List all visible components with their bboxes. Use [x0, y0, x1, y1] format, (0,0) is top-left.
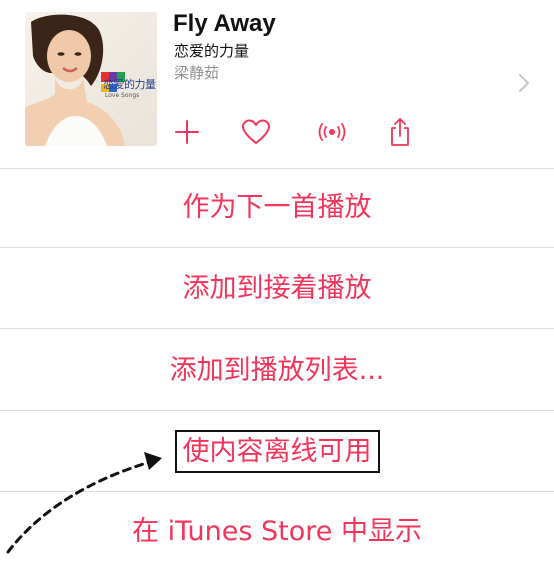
heart-icon	[242, 119, 270, 144]
share-button[interactable]	[384, 116, 416, 148]
add-button[interactable]	[171, 116, 203, 148]
album-art: 恋爱的力量 Love Songs	[25, 12, 157, 146]
show-in-itunes-store-button[interactable]: 在 iTunes Store 中显示	[0, 493, 554, 569]
album-art-subtitle: Love Songs	[105, 92, 140, 99]
love-button[interactable]	[240, 116, 272, 148]
add-to-playlist-label: 添加到播放列表...	[169, 355, 385, 386]
album-art-caption: 恋爱的力量	[103, 78, 156, 91]
make-available-offline-label: 使内容离线可用	[174, 430, 380, 473]
plus-icon	[175, 120, 199, 144]
action-sheet: 恋爱的力量 Love Songs Fly Away 恋爱的力量 梁静茹 作为下一…	[0, 0, 554, 569]
play-next-button[interactable]: 作为下一首播放	[0, 168, 554, 248]
song-header: 恋爱的力量 Love Songs Fly Away 恋爱的力量 梁静茹	[0, 0, 554, 169]
play-next-label: 作为下一首播放	[182, 192, 372, 223]
chevron-right-icon[interactable]	[517, 72, 531, 94]
share-icon	[391, 118, 409, 146]
make-available-offline-button[interactable]: 使内容离线可用	[0, 412, 554, 492]
play-later-button[interactable]: 添加到接着播放	[0, 249, 554, 329]
play-later-label: 添加到接着播放	[182, 273, 372, 304]
show-in-itunes-store-label: 在 iTunes Store 中显示	[132, 515, 422, 547]
broadcast-icon	[318, 123, 346, 141]
song-album: 恋爱的力量	[174, 42, 250, 60]
add-to-playlist-button[interactable]: 添加到播放列表...	[0, 331, 554, 411]
radio-button[interactable]	[316, 116, 348, 148]
song-title: Fly Away	[173, 10, 276, 37]
song-artist[interactable]: 梁静茹	[174, 62, 219, 83]
